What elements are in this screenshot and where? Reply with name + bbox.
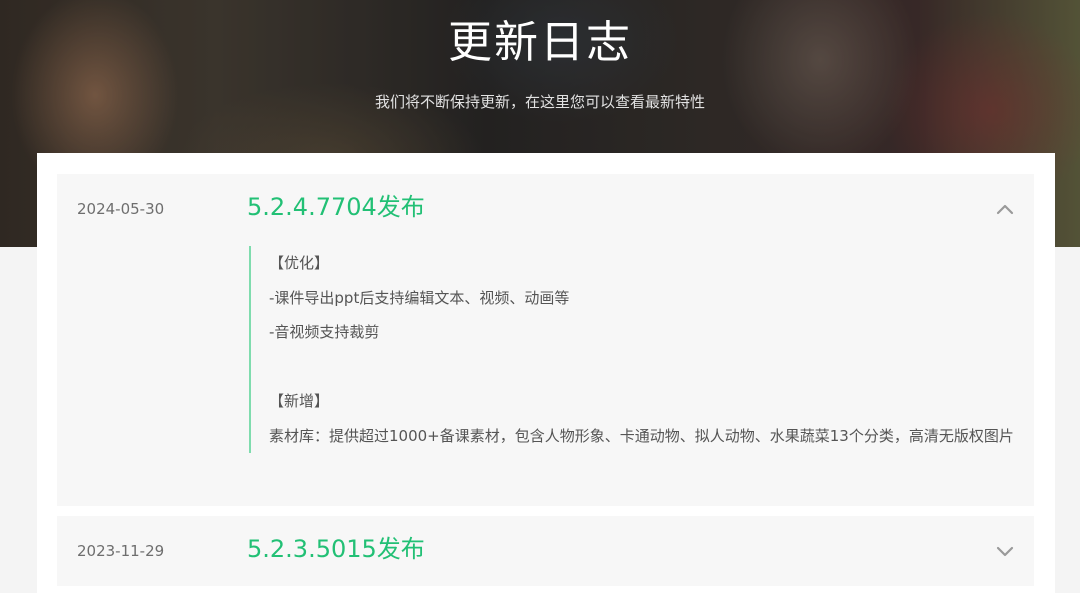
release-date: 2024-05-30 — [77, 200, 165, 218]
changelog-card: 2024-05-30 5.2.4.7704发布 【优化】 -课件导出ppt后支持… — [37, 153, 1055, 593]
release-item: 2024-05-30 5.2.4.7704发布 【优化】 -课件导出ppt后支持… — [57, 174, 1034, 506]
page-title: 更新日志 — [448, 17, 632, 68]
release-date: 2023-11-29 — [77, 542, 165, 560]
note-heading-new: 【新增】 — [269, 392, 330, 410]
note-heading-optimize: 【优化】 — [269, 254, 330, 272]
note-spacer — [269, 350, 1039, 385]
release-item[interactable]: 2023-11-29 5.2.3.5015发布 — [57, 516, 1034, 586]
release-notes: 【优化】 -课件导出ppt后支持编辑文本、视频、动画等 -音视频支持裁剪 【新增… — [249, 246, 1039, 453]
note-line: 素材库：提供超过1000+备课素材，包含人物形象、卡通动物、拟人动物、水果蔬菜1… — [269, 426, 1014, 445]
chevron-up-icon[interactable] — [994, 198, 1016, 220]
note-line: -课件导出ppt后支持编辑文本、视频、动画等 — [269, 288, 570, 307]
page-subtitle: 我们将不断保持更新，在这里您可以查看最新特性 — [374, 93, 705, 111]
chevron-down-icon[interactable] — [994, 540, 1016, 562]
release-title[interactable]: 5.2.4.7704发布 — [247, 190, 425, 224]
note-line: -音视频支持裁剪 — [269, 323, 380, 341]
release-title[interactable]: 5.2.3.5015发布 — [247, 532, 425, 566]
